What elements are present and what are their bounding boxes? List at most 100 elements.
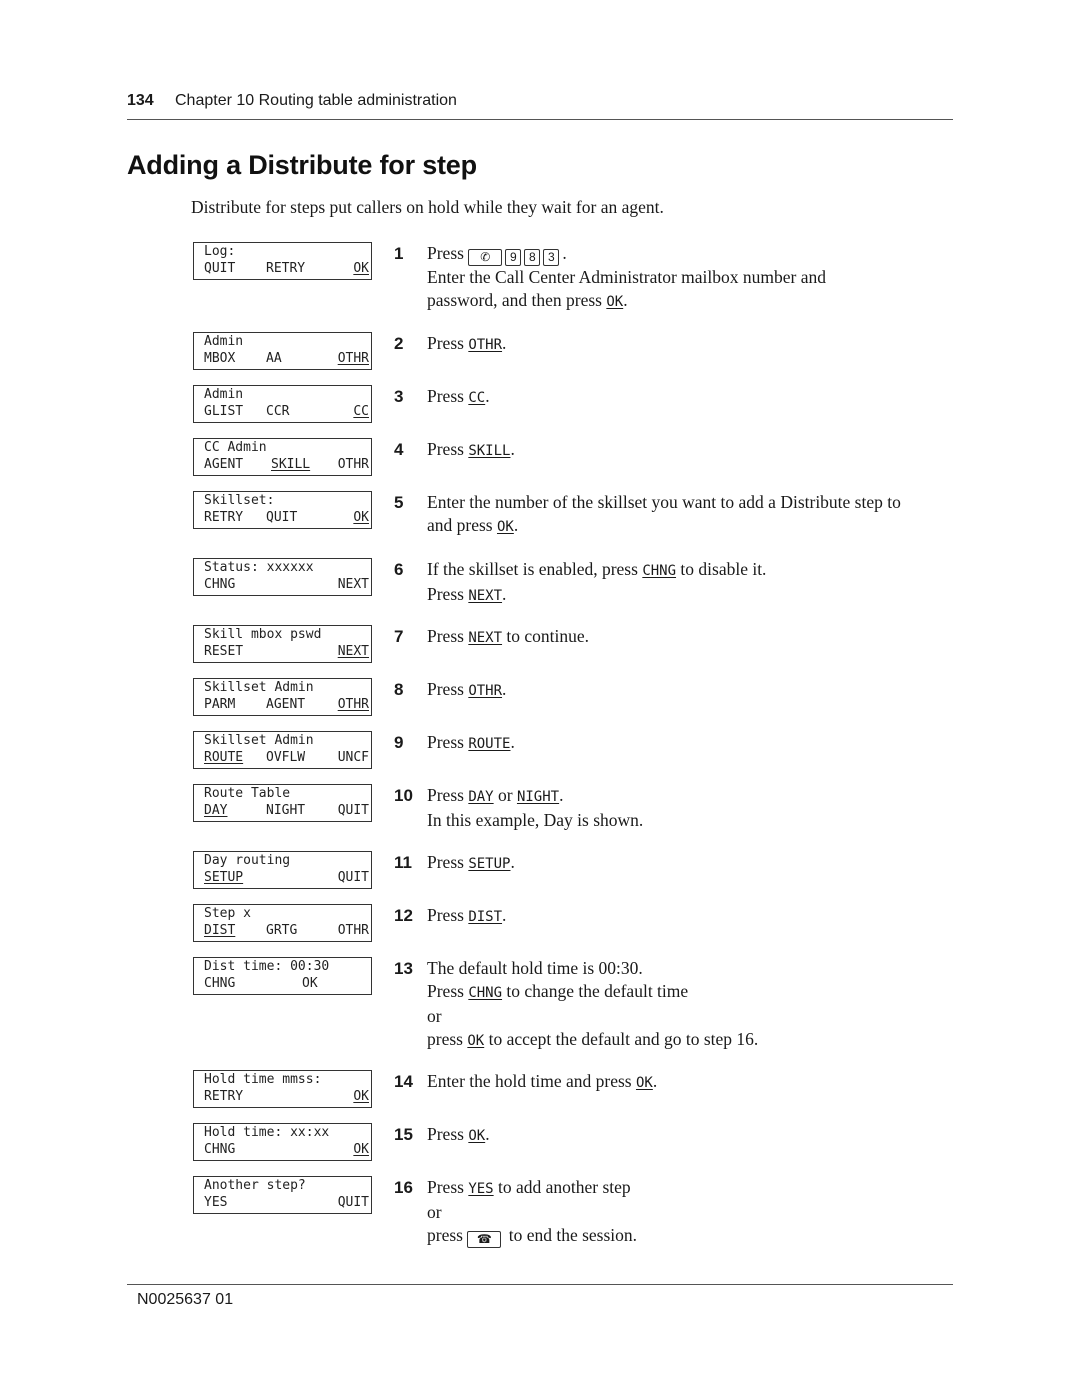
softkey-label[interactable]: DIST [204, 923, 235, 939]
text-run: . [510, 732, 515, 752]
softkey-reference: NEXT [468, 588, 503, 604]
softkey-row: RESET NEXT [204, 644, 371, 661]
softkey-reference: CHNG [468, 985, 503, 1001]
page-number: 134 [127, 92, 154, 109]
display-line-1: Route Table [204, 786, 291, 801]
softkey-reference: OK [468, 1128, 486, 1144]
display-line-1: Skillset Admin [204, 733, 314, 748]
step-line: or [427, 1005, 954, 1028]
softkey-label[interactable]: OTHR [338, 351, 369, 367]
text-run: Enter the hold time and press [427, 1071, 636, 1091]
softkey-label[interactable]: QUIT [338, 870, 369, 886]
softkey-reference: DIST [468, 909, 503, 925]
softkey-label[interactable]: CCR [266, 404, 289, 420]
dialpad-key-icon: 9 [505, 249, 522, 266]
softkey-label[interactable]: GRTG [266, 923, 297, 939]
step-text: Enter the number of the skillset you wan… [427, 491, 954, 539]
step-line: Press YES to add another step [427, 1176, 954, 1201]
softkey-row: PARM AGENT OTHR [204, 697, 371, 714]
text-run: . [485, 386, 490, 406]
softkey-label[interactable]: NEXT [338, 644, 369, 660]
procedure-step: 13 The default hold time is 00:30. Press C… [394, 957, 954, 1053]
step-line: Press OK. [427, 1123, 954, 1148]
dialpad-key-icon: 3 [543, 249, 560, 266]
text-run: . [562, 243, 567, 263]
softkey-label[interactable]: AA [266, 351, 282, 367]
display-line-1: Day routing [204, 853, 291, 868]
softkey-label[interactable]: RETRY [204, 510, 243, 526]
softkey-label[interactable]: OK [353, 1142, 369, 1158]
softkey-label[interactable]: OK [353, 510, 369, 526]
softkey-label[interactable]: CHNG [204, 577, 235, 593]
softkey-label[interactable]: NIGHT [266, 803, 305, 819]
step-line: Press SKILL. [427, 438, 954, 463]
display-line-1: Admin [204, 387, 244, 402]
softkey-label[interactable]: SKILL [271, 457, 310, 473]
softkey-label[interactable]: RESET [204, 644, 243, 660]
softkey-label[interactable]: YES [204, 1195, 227, 1211]
softkey-reference: YES [468, 1181, 494, 1197]
softkey-label[interactable]: OK [353, 261, 369, 277]
softkey-label[interactable]: OVFLW [266, 750, 305, 766]
softkey-label[interactable]: RETRY [204, 1089, 243, 1105]
step-number: 11 [394, 853, 412, 872]
softkey-row: DAY NIGHT QUIT [204, 803, 371, 820]
procedure-step: 12 Press DIST. [394, 904, 954, 929]
softkey-label[interactable]: QUIT [204, 261, 235, 277]
softkey-label[interactable]: OTHR [338, 457, 369, 473]
softkey-label[interactable]: RETRY [266, 261, 305, 277]
section-title: Adding a Distribute for step [127, 150, 477, 180]
procedure-step: 7 Press NEXT to continue. [394, 625, 954, 650]
text-run: Press [427, 626, 469, 646]
step-line: Press SETUP. [427, 851, 954, 876]
softkey-label[interactable]: AGENT [204, 457, 243, 473]
softkey-label[interactable]: SETUP [204, 870, 243, 886]
procedure-step: 10 Press DAY or NIGHT. In this example, Da… [394, 784, 954, 832]
softkey-row: QUIT RETRY OK [204, 261, 371, 278]
step-line: Press ✆ 9 8 3. [427, 242, 954, 266]
display-line-1: Dist time: 00:30 [204, 959, 330, 974]
softkey-label[interactable]: OK [353, 1089, 369, 1105]
step-text: Press DIST. [427, 904, 954, 929]
softkey-label[interactable]: CC [353, 404, 369, 420]
softkey-label[interactable]: OK [302, 976, 318, 992]
step-line: and press OK. [427, 514, 954, 539]
softkey-row: YES QUIT [204, 1195, 371, 1212]
text-run: or [427, 1006, 442, 1026]
softkey-label[interactable]: QUIT [266, 510, 297, 526]
procedure-step: 1 Press ✆ 9 8 3. Enter the Call Center Admini… [394, 242, 954, 314]
softkey-label[interactable]: OTHR [338, 697, 369, 713]
step-line: Press NEXT to continue. [427, 625, 954, 650]
softkey-label[interactable]: CHNG [204, 976, 235, 992]
text-run: Press [427, 584, 469, 604]
softkey-label[interactable]: AGENT [266, 697, 305, 713]
softkey-reference: NEXT [468, 630, 503, 646]
procedure-step: 8 Press OTHR. [394, 678, 954, 703]
softkey-label[interactable]: GLIST [204, 404, 243, 420]
step-line: Enter the hold time and press OK. [427, 1070, 954, 1095]
softkey-label[interactable]: QUIT [338, 803, 369, 819]
step-text: Press YES to add another step or press ☎ t… [427, 1176, 954, 1248]
softkey-label[interactable]: PARM [204, 697, 235, 713]
step-line: Enter the number of the skillset you wan… [427, 491, 954, 514]
display-line-1: CC Admin [204, 440, 267, 455]
softkey-label[interactable]: ROUTE [204, 750, 243, 766]
softkey-row: RETRY QUIT OK [204, 510, 371, 527]
step-number: 2 [394, 334, 404, 353]
text-run: . [485, 1124, 490, 1144]
text-run: . [623, 290, 628, 310]
softkey-label[interactable]: DAY [204, 803, 227, 819]
softkey-label[interactable]: MBOX [204, 351, 235, 367]
step-number: 4 [394, 440, 404, 459]
chapter-title: Chapter 10 Routing table administration [175, 92, 457, 109]
softkey-label[interactable]: OTHR [338, 923, 369, 939]
softkey-row: DIST GRTG OTHR [204, 923, 371, 940]
step-text: Press OTHR. [427, 332, 954, 357]
step-line: If the skillset is enabled, press CHNG t… [427, 558, 954, 583]
phone-display: Skill mbox pswd RESET NEXT [193, 625, 372, 663]
softkey-label[interactable]: CHNG [204, 1142, 235, 1158]
text-run: . [510, 439, 515, 459]
softkey-label[interactable]: QUIT [338, 1195, 369, 1211]
softkey-label[interactable]: UNCF [338, 750, 369, 766]
softkey-label[interactable]: NEXT [338, 577, 369, 593]
